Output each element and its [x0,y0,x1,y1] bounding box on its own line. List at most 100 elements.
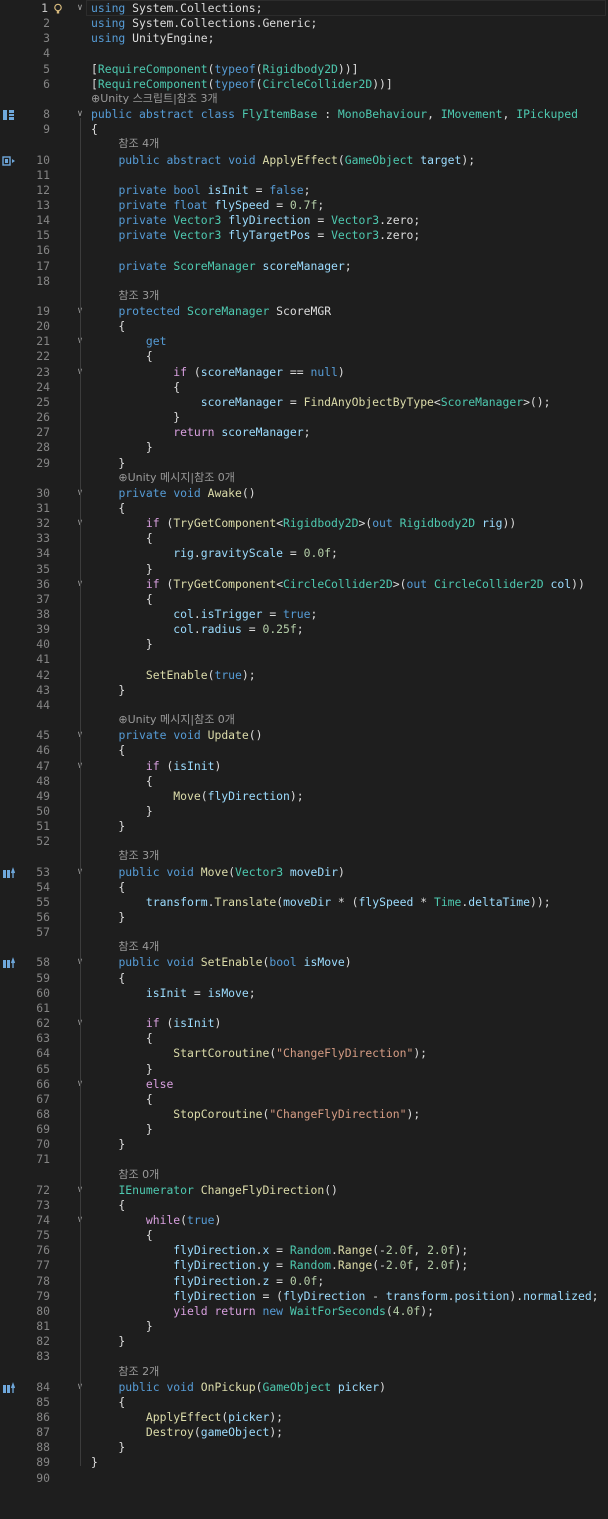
code-line[interactable]: 69 } [0,1121,608,1137]
code-line[interactable]: 48 { [0,773,608,789]
code-line[interactable]: 36 ∨ if (TryGetComponent<CircleCollider2D… [0,576,608,592]
code-line[interactable]: 80 yield return new WaitForSeconds(4.0f)… [0,1303,608,1319]
code-line[interactable]: 37 { [0,591,608,607]
codelens-references[interactable]: 참조 4개 [118,939,159,955]
code-line[interactable]: 20 { [0,318,608,334]
code-line[interactable]: 26 } [0,409,608,425]
code-line[interactable]: 49 Move(flyDirection); [0,788,608,804]
code-line[interactable]: 54 { [0,879,608,895]
code-line[interactable]: 38 col.isTrigger = true; [0,606,608,622]
code-line[interactable]: 28 } [0,439,608,455]
code-line[interactable]: 64 StartCoroutine("ChangeFlyDirection"); [0,1045,608,1061]
codelens-references[interactable]: ⊕Unity 메시지|참조 0개 [118,712,235,728]
codelens-references[interactable]: 참조 3개 [118,848,159,864]
code-line[interactable]: 83 [0,1348,608,1364]
codelens-references[interactable]: 참조 3개 [118,288,159,304]
code-line[interactable]: 4 [0,45,608,61]
codelens-row[interactable]: 참조 2개 [0,1364,608,1380]
code-line[interactable]: 77 flyDirection.y = Random.Range(-2.0f, … [0,1257,608,1273]
code-line[interactable]: 47 ∨ if (isInit) [0,758,608,774]
code-line[interactable]: 45 ∨ private void Update() [0,727,608,743]
codelens-references[interactable]: ⊕Unity 스크립트|참조 3개 [91,91,218,107]
code-line[interactable]: 19 ∨ protected ScoreManager ScoreMGR [0,303,608,319]
code-line[interactable]: 76 flyDirection.x = Random.Range(-2.0f, … [0,1242,608,1258]
code-line[interactable]: 78 flyDirection.z = 0.0f; [0,1273,608,1289]
code-line[interactable]: 10 public abstract void ApplyEffect(Game… [0,152,608,168]
codelens-row[interactable]: 참조 3개 [0,288,608,304]
code-line[interactable]: 5 [RequireComponent(typeof(Rigidbody2D))] [0,61,608,77]
code-line[interactable]: 67 { [0,1091,608,1107]
code-line[interactable]: 22 { [0,348,608,364]
code-line[interactable]: 52 [0,833,608,849]
code-line[interactable]: 81 } [0,1318,608,1334]
code-line[interactable]: 3 using UnityEngine; [0,30,608,46]
code-line[interactable]: 51 } [0,818,608,834]
code-line[interactable]: 13 private float flySpeed = 0.7f; [0,197,608,213]
code-line[interactable]: 70 } [0,1136,608,1152]
codelens-references[interactable]: 참조 4개 [118,136,159,152]
code-line[interactable]: 29 } [0,455,608,471]
code-line[interactable]: 75 { [0,1227,608,1243]
code-line[interactable]: 11 [0,167,608,183]
code-line[interactable]: 59 { [0,970,608,986]
code-line[interactable]: 9{ [0,121,608,137]
code-line[interactable]: 56 } [0,909,608,925]
code-line[interactable]: 86 ApplyEffect(picker); [0,1409,608,1425]
code-line[interactable]: 2 using System.Collections.Generic; [0,15,608,31]
code-line[interactable]: 35 } [0,561,608,577]
codelens-row[interactable]: ⊕Unity 메시지|참조 0개 [0,470,608,486]
codelens-row[interactable]: 참조 0개 [0,1167,608,1183]
code-editor[interactable]: 1 ∨ using System.Collections; 2 using System… [0,0,608,1519]
code-line[interactable]: 73 { [0,1197,608,1213]
code-line[interactable]: 65 } [0,1061,608,1077]
code-line[interactable]: 18 [0,273,608,289]
code-line[interactable]: 57 [0,924,608,940]
code-line[interactable]: 82 } [0,1333,608,1349]
code-line[interactable]: 33 { [0,530,608,546]
code-line[interactable]: 31 { [0,500,608,516]
codelens-references[interactable]: 참조 0개 [118,1167,159,1183]
codelens-row[interactable]: ⊕Unity 스크립트|참조 3개 [0,91,608,107]
code-line[interactable]: 14 private Vector3 flyDirection = Vector… [0,212,608,228]
code-line[interactable]: 6 [RequireComponent(typeof(CircleCollider… [0,76,608,92]
code-line[interactable]: 88 } [0,1439,608,1455]
codelens-row[interactable]: 참조 4개 [0,939,608,955]
code-line[interactable]: 63 { [0,1030,608,1046]
code-line[interactable]: 46 { [0,742,608,758]
code-line[interactable]: 74 ∨ while(true) [0,1212,608,1228]
code-line[interactable]: 50 } [0,803,608,819]
fold-toggle-icon[interactable]: ∨ [74,0,86,16]
code-line[interactable]: 15 private Vector3 flyTargetPos = Vector… [0,227,608,243]
code-line[interactable]: 42 SetEnable(true); [0,667,608,683]
code-line[interactable]: 66 ∨ else [0,1076,608,1092]
code-line[interactable]: 16 [0,242,608,258]
codelens-row[interactable]: ⊕Unity 메시지|참조 0개 [0,712,608,728]
code-line[interactable]: 85 { [0,1394,608,1410]
code-line[interactable]: 89} [0,1454,608,1470]
code-line[interactable]: 90 [0,1470,608,1486]
code-line[interactable]: 25 scoreManager = FindAnyObjectByType<Sc… [0,394,608,410]
lightbulb-icon[interactable] [49,3,63,14]
code-line[interactable]: 21 ∨ get [0,333,608,349]
code-line[interactable]: 41 [0,651,608,667]
code-line[interactable]: 84 ∨ public void OnPickup(GameObject pick… [0,1379,608,1395]
code-line[interactable]: 17 private ScoreManager scoreManager; [0,258,608,274]
code-line[interactable]: 8 ∨ public abstract class FlyItemBase : Mo… [0,106,608,122]
code-line[interactable]: 30 ∨ private void Awake() [0,485,608,501]
code-line[interactable]: 32 ∨ if (TryGetComponent<Rigidbody2D>(out… [0,515,608,531]
code-line[interactable]: 40 } [0,636,608,652]
code-line[interactable]: 61 [0,1000,608,1016]
codelens-references[interactable]: 참조 2개 [118,1364,159,1380]
code-line[interactable]: 34 rig.gravityScale = 0.0f; [0,545,608,561]
code-line[interactable]: 39 col.radius = 0.25f; [0,621,608,637]
code-line[interactable]: 44 [0,697,608,713]
code-line[interactable]: 12 private bool isInit = false; [0,182,608,198]
code-line[interactable]: 58 ∨ public void SetEnable(bool isMove) [0,954,608,970]
code-line[interactable]: 43 } [0,682,608,698]
code-line[interactable]: 24 { [0,379,608,395]
code-line[interactable]: 60 isInit = isMove; [0,985,608,1001]
code-line[interactable]: 1 ∨ using System.Collections; [0,0,608,16]
code-line[interactable]: 71 [0,1151,608,1167]
code-line[interactable]: 68 StopCoroutine("ChangeFlyDirection"); [0,1106,608,1122]
code-line[interactable]: 79 flyDirection = (flyDirection - transf… [0,1288,608,1304]
